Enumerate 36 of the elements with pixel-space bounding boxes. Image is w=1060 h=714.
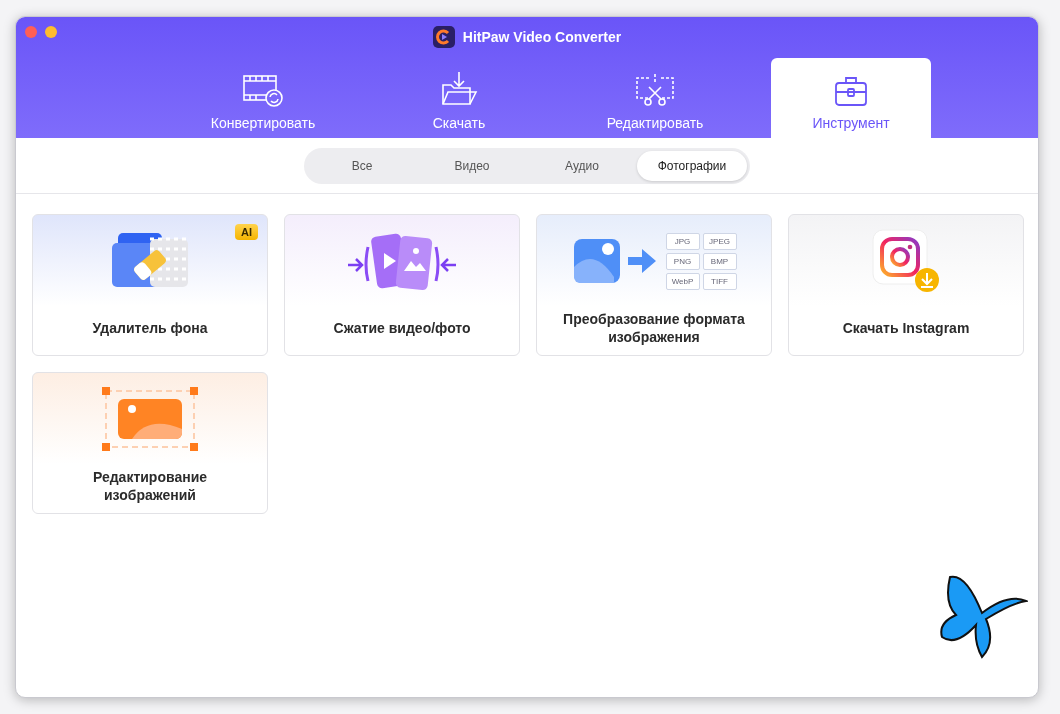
filter-tab[interactable]: Фотографии	[637, 151, 747, 181]
format-tag: JPEG	[702, 232, 737, 250]
image-to-arrow-icon	[571, 237, 658, 285]
film-icon	[242, 73, 284, 107]
tool-card[interactable]: JPG JPEG PNG BMP WebP TIFF Преобразование формата изображения	[536, 214, 772, 356]
folder-download-icon	[440, 71, 478, 107]
tool-label: Скачать Instagram	[841, 319, 971, 338]
nav-tab[interactable]: Инструмент	[771, 58, 931, 138]
tool-label: Преобразование формата изображения	[562, 310, 746, 347]
format-tag: PNG	[665, 252, 700, 270]
format-tag: BMP	[702, 252, 737, 270]
tool-label: Редактирование изображений	[91, 468, 209, 505]
image-crop-icon	[102, 387, 198, 451]
nav-tab[interactable]: Конвертировать	[183, 58, 343, 138]
tool-card[interactable]: Скачать Instagram	[788, 214, 1024, 356]
filter-tab[interactable]: Видео	[417, 151, 527, 181]
app-logo-icon	[432, 26, 455, 48]
nav-tab[interactable]: Редактировать	[575, 58, 735, 138]
cut-icon	[635, 73, 675, 107]
tool-card[interactable]: Сжатие видео/фото	[284, 214, 520, 356]
minimize-button[interactable]	[45, 26, 57, 38]
toolbox-icon	[834, 75, 868, 107]
ai-badge: AI	[235, 224, 258, 240]
format-tag: JPG	[665, 232, 700, 250]
window-title: HitPaw Video Converter	[462, 29, 622, 45]
tool-card[interactable]: AI Удалитель фона	[32, 214, 268, 356]
tool-label: Удалитель фона	[91, 319, 209, 338]
format-tag: WebP	[665, 272, 700, 290]
filter-tab[interactable]: Все	[307, 151, 417, 181]
filter-tab[interactable]: Аудио	[527, 151, 637, 181]
close-button[interactable]	[25, 26, 37, 38]
tool-label: Сжатие видео/фото	[332, 319, 472, 338]
tool-card[interactable]: Редактирование изображений	[32, 372, 268, 514]
instagram-download-icon	[871, 228, 941, 294]
nav-tab[interactable]: Скачать	[379, 58, 539, 138]
format-tag: TIFF	[702, 272, 737, 290]
